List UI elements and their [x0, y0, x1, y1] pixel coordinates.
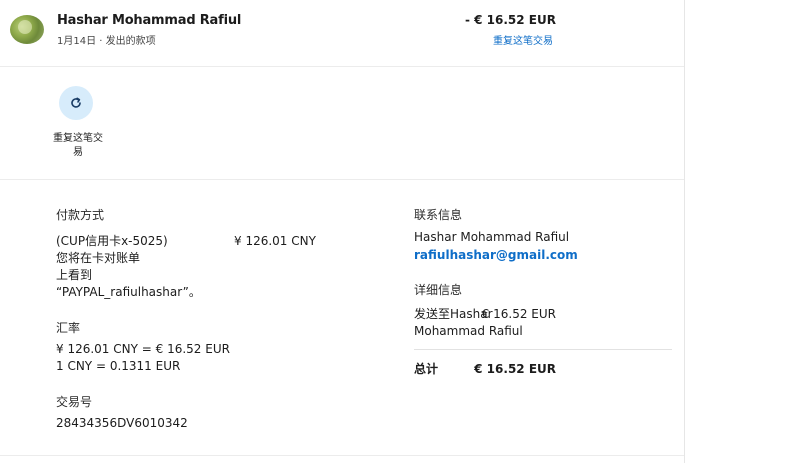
- total-amount: € 16.52 EUR: [474, 362, 556, 376]
- transaction-subline: 1月14日 · 发出的款项: [57, 32, 156, 47]
- contact-heading: 联系信息: [414, 208, 463, 222]
- total-divider: [414, 349, 672, 350]
- transaction-id: 28434356DV6010342: [56, 416, 188, 430]
- payment-method: (CUP信用卡x-5025): [56, 234, 168, 248]
- details-heading: 详细信息: [414, 283, 463, 297]
- exchange-rate-heading: 汇率: [56, 321, 81, 335]
- exchange-rate-conversion: ¥ 126.01 CNY = € 16.52 EUR: [56, 342, 230, 356]
- avatar: [10, 15, 44, 44]
- statement-note-line3: “PAYPAL_rafiulhashar”。: [56, 285, 201, 299]
- divider: [0, 66, 684, 67]
- transaction-detail-panel: Hashar Mohammad Rafiul 1月14日 · 发出的款项 - €…: [0, 0, 685, 463]
- divider: [0, 179, 684, 180]
- contact-name: Hashar Mohammad Rafiul: [414, 230, 570, 244]
- sent-amount: € 16.52 EUR: [481, 307, 556, 321]
- sent-to-line2: Mohammad Rafiul: [414, 324, 523, 338]
- divider: [0, 455, 684, 456]
- transaction-date: 1月14日: [57, 36, 97, 47]
- exchange-rate-unit: 1 CNY = 0.1311 EUR: [56, 359, 181, 373]
- transaction-type: 发出的款项: [105, 36, 156, 47]
- transaction-amount: - € 16.52 EUR: [464, 13, 556, 27]
- statement-note-line2: 上看到: [56, 268, 93, 282]
- repeat-transaction-button[interactable]: [59, 86, 93, 120]
- repeat-transaction-link[interactable]: 重复这笔交易: [493, 32, 553, 47]
- payment-cny-amount: ¥ 126.01 CNY: [234, 234, 316, 248]
- payment-method-heading: 付款方式: [56, 208, 105, 222]
- contact-email[interactable]: rafiulhashar@gmail.com: [414, 247, 578, 263]
- payee-name: Hashar Mohammad Rafiul: [57, 13, 242, 28]
- transaction-id-heading: 交易号: [56, 395, 93, 409]
- subline-separator: ·: [99, 36, 103, 47]
- total-label: 总计: [414, 362, 439, 376]
- statement-note-line1: 您将在卡对账单: [56, 251, 141, 265]
- repeat-transaction-label[interactable]: 重复这笔交易: [50, 132, 106, 160]
- refresh-icon: [71, 97, 81, 108]
